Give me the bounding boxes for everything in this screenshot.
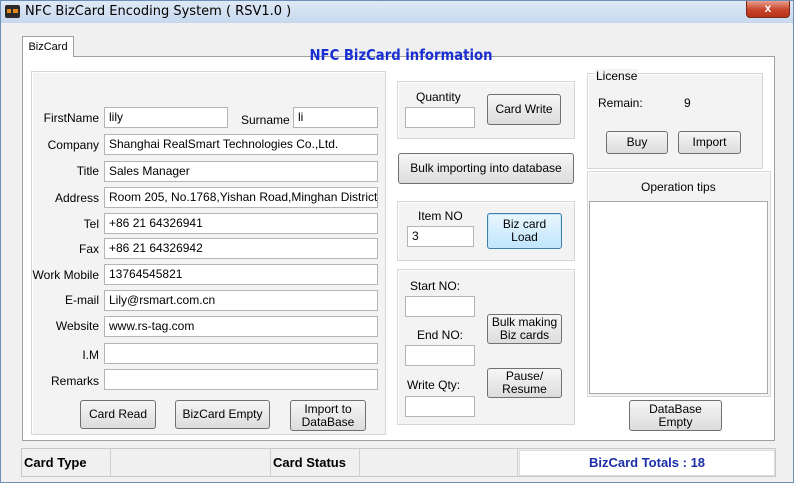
work-mobile-label: Work Mobile (32, 268, 99, 282)
import-button[interactable]: Import (678, 131, 741, 154)
write-qty-label: Write Qty: (407, 378, 461, 392)
company-label: Company (47, 138, 99, 152)
email-field[interactable]: Lily@rsmart.com.cn (104, 290, 378, 311)
end-no-label: End NO: (417, 328, 464, 342)
import-to-database-line2: DataBase (301, 414, 355, 429)
buy-button[interactable]: Buy (606, 131, 668, 154)
page-title: NFC BizCard information (309, 46, 493, 64)
item-no-field[interactable]: 3 (407, 226, 474, 247)
website-label: Website (55, 319, 99, 333)
card-write-button[interactable]: Card Write (487, 94, 561, 125)
work-mobile-field[interactable]: 13764545821 (104, 264, 378, 285)
remain-label: Remain: (598, 96, 643, 110)
title-bar[interactable]: NFC BizCard Encoding System ( RSV1.0 ) x (1, 1, 793, 23)
app-icon (5, 5, 20, 18)
close-button[interactable]: x (746, 1, 790, 18)
license-title: License (595, 69, 639, 83)
website-field[interactable]: www.rs-tag.com (104, 316, 378, 337)
card-type-label: Card Type (24, 455, 87, 470)
remain-value: 9 (684, 96, 691, 110)
status-bar: Card Type Card Status BizCard Totals : 1… (21, 448, 776, 477)
title-label: Title (76, 164, 99, 178)
quantity-label: Quantity (416, 90, 461, 104)
tab-bizcard[interactable]: BizCard (22, 36, 74, 57)
card-read-button[interactable]: Card Read (80, 400, 156, 429)
email-label: E-mail (64, 293, 99, 307)
company-field[interactable]: Shanghai RealSmart Technologies Co.,Ltd. (104, 134, 378, 155)
item-no-label: Item NO (418, 209, 463, 223)
fax-label: Fax (78, 242, 99, 256)
bulk-making-button[interactable]: Bulk making Biz cards (487, 314, 562, 344)
start-no-field[interactable] (405, 296, 475, 317)
import-to-database-line1: Import to (304, 401, 352, 416)
card-status-label: Card Status (273, 455, 346, 470)
biz-card-load-button[interactable]: Biz card Load (487, 213, 562, 249)
surname-field[interactable]: li (293, 107, 378, 128)
title-field[interactable]: Sales Manager (104, 161, 378, 182)
license-group (587, 73, 763, 169)
address-field[interactable]: Room 205, No.1768,Yishan Road,Minghan Di… (104, 187, 378, 208)
bizcard-empty-button[interactable]: BizCard Empty (175, 400, 270, 429)
im-label: I.M (82, 348, 99, 362)
pause-resume-button[interactable]: Pause/ Resume (487, 368, 562, 398)
import-to-database-button[interactable]: Import to DataBase (290, 400, 366, 431)
operation-tips-title: Operation tips (641, 180, 716, 194)
card-status-value-cell (360, 449, 518, 477)
bizcard-totals: BizCard Totals : 18 (519, 450, 775, 476)
address-label: Address (54, 191, 99, 205)
fax-field[interactable]: +86 21 64326942 (104, 238, 378, 259)
remarks-label: Remarks (50, 374, 99, 388)
pause-resume-line2: Resume (502, 382, 547, 396)
card-type-value-cell (111, 449, 271, 477)
bulk-making-line2: Biz cards (499, 328, 550, 342)
write-qty-field[interactable] (405, 396, 475, 417)
firstname-field[interactable]: lily (104, 107, 228, 128)
quantity-field[interactable] (405, 107, 475, 128)
database-empty-button[interactable]: DataBase Empty (629, 400, 722, 431)
tel-field[interactable]: +86 21 64326941 (104, 213, 378, 234)
firstname-label: FirstName (43, 111, 99, 125)
remarks-field[interactable] (104, 369, 378, 390)
operation-tips-box (589, 201, 768, 394)
surname-label: Surname (241, 113, 290, 127)
app-window: NFC BizCard Encoding System ( RSV1.0 ) x… (0, 0, 794, 483)
im-field[interactable] (104, 343, 378, 364)
card-status-cell: Card Status (271, 449, 360, 477)
start-no-label: Start NO: (410, 279, 461, 293)
end-no-field[interactable] (405, 345, 475, 366)
bulk-import-button[interactable]: Bulk importing into database (398, 153, 574, 184)
tel-label: Tel (83, 217, 99, 231)
card-type-cell: Card Type (22, 449, 111, 477)
window-title: NFC BizCard Encoding System ( RSV1.0 ) (25, 4, 292, 19)
